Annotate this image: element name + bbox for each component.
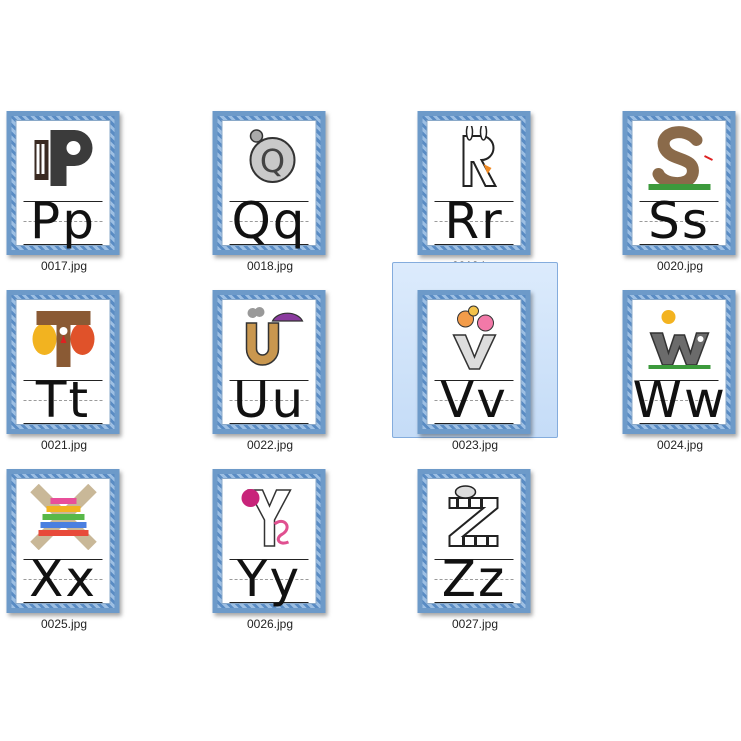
quail-letter-q-icon: Q	[223, 124, 316, 194]
zebra-letter-z-icon	[428, 482, 521, 552]
umbrella-letter-u-icon	[223, 303, 316, 373]
svg-text:Q: Q	[259, 142, 284, 180]
alphabet-letters: Uu	[232, 371, 306, 429]
thumbnail-card-face: Ww	[631, 299, 727, 429]
file-thumbnail[interactable]: Zz	[417, 469, 531, 613]
file-item[interactable]: Zz 0027.jpg	[392, 441, 558, 631]
alphabet-letters: Ss	[648, 192, 710, 250]
file-thumbnail[interactable]: Q Qq	[212, 111, 326, 255]
thumbnail-card-face: Xx	[15, 478, 111, 608]
file-item[interactable]: Vv 0023.jpg	[392, 262, 558, 452]
file-item[interactable]: Yy 0026.jpg	[187, 441, 353, 631]
file-name-label[interactable]: 0025.jpg	[0, 617, 146, 631]
thumbnail-card-face: Q Qq	[221, 120, 317, 250]
file-item[interactable]: Ss 0020.jpg	[597, 83, 741, 273]
alphabet-letters: Vv	[440, 371, 508, 429]
alphabet-letters: Xx	[29, 550, 97, 608]
file-name-label[interactable]: 0024.jpg	[598, 438, 741, 452]
thumbnail-card-face: Tt	[15, 299, 111, 429]
worm-letter-w-icon	[633, 303, 726, 373]
thumbnail-card-face: Rr	[426, 120, 522, 250]
file-thumbnail[interactable]: Pp	[6, 111, 120, 255]
rabbit-letter-r-icon	[428, 124, 521, 194]
thumbnail-card-face: Ss	[631, 120, 727, 250]
file-thumbnail[interactable]: Yy	[212, 469, 326, 613]
file-item[interactable]: Uu 0022.jpg	[187, 262, 353, 452]
alphabet-letters: Yy	[236, 550, 302, 608]
piano-letter-p-icon	[17, 124, 110, 194]
file-thumbnail-grid: Pp0017.jpg Q Qq0018.jpg Rr0019.jpg Ss002…	[0, 0, 741, 741]
file-item[interactable]: Xx 0025.jpg	[0, 441, 147, 631]
alphabet-letters: Ww	[632, 371, 727, 429]
thumbnail-card-face: Uu	[221, 299, 317, 429]
thumbnail-card-face: Zz	[426, 478, 522, 608]
turkey-letter-t-icon	[17, 303, 110, 373]
file-item[interactable]: Ww 0024.jpg	[597, 262, 741, 452]
file-thumbnail[interactable]: Rr	[417, 111, 531, 255]
yarn-letter-y-icon	[223, 482, 316, 552]
snake-letter-s-icon	[633, 124, 726, 194]
alphabet-letters: Tt	[35, 371, 91, 429]
file-thumbnail[interactable]: Xx	[6, 469, 120, 613]
xylophone-letter-x-icon	[17, 482, 110, 552]
thumbnail-card-face: Pp	[15, 120, 111, 250]
file-item[interactable]: Tt 0021.jpg	[0, 262, 147, 452]
file-item[interactable]: Rr0019.jpg	[392, 83, 558, 273]
file-item[interactable]: Pp 0017.jpg	[0, 83, 147, 273]
alphabet-letters: Zz	[441, 550, 507, 608]
thumbnail-card-face: Yy	[221, 478, 317, 608]
alphabet-letters: Qq	[231, 192, 307, 250]
alphabet-letters: Pp	[30, 192, 96, 250]
file-thumbnail[interactable]: Uu	[212, 290, 326, 434]
file-name-label[interactable]: 0026.jpg	[188, 617, 352, 631]
file-item[interactable]: Q Qq 0018.jpg	[187, 83, 353, 273]
file-thumbnail[interactable]: Tt	[6, 290, 120, 434]
vase-letter-v-icon	[428, 303, 521, 373]
thumbnail-card-face: Vv	[426, 299, 522, 429]
file-thumbnail[interactable]: Vv	[417, 290, 531, 434]
file-thumbnail[interactable]: Ww	[622, 290, 736, 434]
alphabet-letters: Rr	[444, 192, 504, 250]
file-name-label[interactable]: 0027.jpg	[393, 617, 557, 631]
file-thumbnail[interactable]: Ss	[622, 111, 736, 255]
